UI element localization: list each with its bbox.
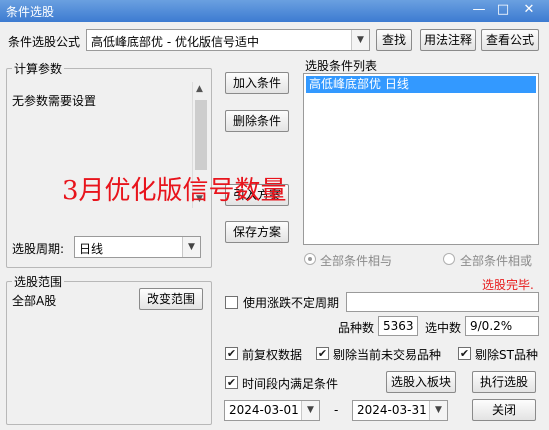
count-label: 品种数 bbox=[338, 321, 375, 335]
prior-adj-label: 前复权数据 bbox=[242, 348, 303, 362]
close-button[interactable]: 关闭 bbox=[472, 399, 536, 421]
exclude-untraded-checkbox[interactable]: ✔ bbox=[316, 347, 329, 360]
formula-select-value: 高低峰底部优 - 优化版信号适中 bbox=[91, 35, 259, 49]
scroll-up-icon[interactable]: ▲ bbox=[196, 84, 203, 94]
chevron-down-icon[interactable]: ▼ bbox=[182, 237, 200, 257]
use-uncertain-label: 使用涨跌不定周期 bbox=[243, 296, 340, 310]
and-radio[interactable] bbox=[304, 253, 316, 265]
window-title: 条件选股 bbox=[6, 5, 55, 19]
params-group-label: 计算参数 bbox=[12, 60, 65, 77]
execute-button[interactable]: 执行选股 bbox=[472, 371, 536, 393]
time-range-label: 时间段内满足条件 bbox=[242, 377, 339, 391]
formula-label: 条件选股公式 bbox=[8, 35, 81, 49]
title-bar: 条件选股 — □ ✕ bbox=[0, 0, 549, 22]
view-formula-button[interactable]: 查看公式 bbox=[481, 29, 539, 51]
minimize-icon[interactable]: — bbox=[470, 1, 488, 19]
or-radio-label: 全部条件相或 bbox=[460, 254, 533, 268]
use-uncertain-checkbox[interactable] bbox=[225, 296, 238, 309]
exclude-untraded-label: 剔除当前未交易品种 bbox=[333, 348, 442, 362]
close-icon[interactable]: ✕ bbox=[520, 1, 538, 19]
scroll-thumb[interactable] bbox=[195, 100, 207, 170]
params-text: 无参数需要设置 bbox=[12, 94, 97, 108]
exclude-st-label: 剔除ST品种 bbox=[475, 348, 538, 362]
or-radio[interactable] bbox=[443, 253, 455, 265]
condition-list-item[interactable]: 高低峰底部优 日线 bbox=[306, 76, 536, 93]
condition-list[interactable]: 高低峰底部优 日线 bbox=[303, 73, 539, 245]
start-date-picker[interactable]: 2024-03-01 ▼ bbox=[224, 400, 320, 421]
end-date-value: 2024-03-31 bbox=[357, 403, 427, 417]
condition-list-label: 选股条件列表 bbox=[305, 59, 378, 73]
hit-value: 9/0.2% bbox=[465, 316, 539, 336]
prior-adj-checkbox[interactable]: ✔ bbox=[225, 347, 238, 360]
chevron-down-icon[interactable]: ▼ bbox=[301, 401, 319, 420]
range-text: 全部A股 bbox=[12, 294, 57, 308]
maximize-icon[interactable]: □ bbox=[494, 1, 512, 19]
count-value: 5363 bbox=[378, 316, 418, 336]
period-select-value: 日线 bbox=[79, 242, 104, 256]
period-label: 选股周期: bbox=[12, 242, 65, 256]
start-date-value: 2024-03-01 bbox=[229, 403, 299, 417]
add-condition-button[interactable]: 加入条件 bbox=[225, 72, 289, 94]
chevron-down-icon[interactable]: ▼ bbox=[429, 401, 447, 420]
find-button[interactable]: 查找 bbox=[376, 29, 412, 51]
range-group-label: 选股范围 bbox=[12, 273, 65, 290]
time-range-checkbox[interactable]: ✔ bbox=[225, 376, 238, 389]
chevron-down-icon[interactable]: ▼ bbox=[351, 30, 369, 50]
save-plan-button[interactable]: 保存方案 bbox=[225, 221, 289, 243]
overlay-annotation: 3月优化版信号数量 bbox=[62, 176, 287, 206]
to-block-button[interactable]: 选股入板块 bbox=[386, 371, 456, 393]
status-text: 选股完毕. bbox=[482, 278, 534, 292]
and-radio-label: 全部条件相与 bbox=[320, 254, 393, 268]
hit-label: 选中数 bbox=[425, 321, 462, 335]
end-date-picker[interactable]: 2024-03-31 ▼ bbox=[352, 400, 448, 421]
date-separator: - bbox=[334, 403, 339, 417]
exclude-st-checkbox[interactable]: ✔ bbox=[458, 347, 471, 360]
formula-select[interactable]: 高低峰底部优 - 优化版信号适中 ▼ bbox=[86, 29, 370, 51]
uncertain-period-field[interactable] bbox=[346, 292, 539, 312]
period-select[interactable]: 日线 ▼ bbox=[74, 236, 201, 258]
remove-condition-button[interactable]: 删除条件 bbox=[225, 110, 289, 132]
change-range-button[interactable]: 改变范围 bbox=[139, 288, 203, 310]
usage-notes-button[interactable]: 用法注释 bbox=[420, 29, 476, 51]
